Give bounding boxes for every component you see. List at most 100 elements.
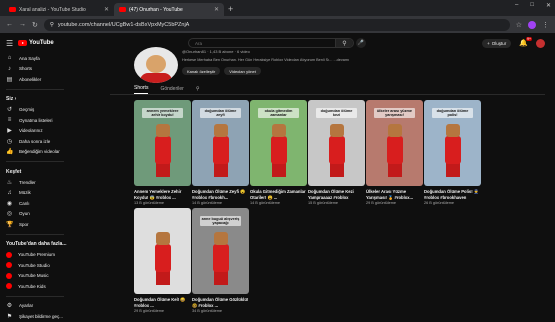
history-icon: ↺ [6, 106, 13, 113]
create-label: Oluştur [492, 41, 507, 46]
short-thumbnail[interactable]: doğumdan ölüme zeyfi [192, 100, 249, 186]
short-card[interactable]: doğumdan ölüme kezi Doğumdan Ölüme Kezi Y… [308, 100, 365, 205]
short-card[interactable]: doğumdan ölüme zeyfi Doğumdan Ölüme Zeyfi… [192, 100, 249, 205]
voice-search-icon[interactable]: 🎤 [356, 38, 366, 48]
short-card[interactable]: anne buguü alışveriş yapacağı Doğumdan Öl… [192, 208, 249, 313]
sidebar-item-home[interactable]: ⌂Ana Sayfa [6, 53, 70, 64]
short-thumbnail[interactable]: okula gitmedim zamanlar [250, 100, 307, 186]
short-title[interactable]: Doğumdan Ölüme Gözlüklü! 🤓 #roblox ... [192, 297, 249, 308]
sidebar-item-gaming[interactable]: ◎Oyun [6, 209, 70, 220]
sidebar-item-label: YouTube Studio [18, 263, 50, 268]
short-title[interactable]: Doğumdan Ölüme Zeyfi 😮 #roblox #brookh..… [192, 189, 249, 200]
sidebar-item-label: Trendler [19, 180, 36, 185]
channel-header: @Onurhan81 · 1,43 B abone · 6 video Herk… [110, 53, 545, 79]
sidebar-item-report[interactable]: ⚑Şikayet bildirme geç... [6, 311, 70, 322]
thumbnail-caption: doğumdan ölüme zeyfi [200, 108, 241, 118]
sidebar-item-music-app[interactable]: YouTube Music [6, 271, 70, 282]
browser-tab-studio[interactable]: Xaral analizi - YouTube Studio ✕ [4, 3, 114, 16]
sidebar-item-shorts[interactable]: ♪Shorts [6, 64, 70, 75]
sidebar-item-label: Şikayet bildirme geç... [19, 314, 63, 319]
sidebar-item-settings[interactable]: ⚙Ayarlar [6, 301, 70, 312]
back-icon[interactable]: ← [6, 21, 13, 28]
youtube-logo[interactable]: YouTube [18, 40, 54, 46]
address-bar-row: ← → ↻ ⚲ youtube.com/channel/UCgBw1-dsBxV… [0, 16, 555, 33]
short-title[interactable]: Ülkeler Arası Yüzme Yarışması! 🏅 #roblox… [366, 189, 423, 200]
minimize-button[interactable]: – [515, 2, 518, 9]
short-thumbnail[interactable]: anne buguü alışveriş yapacağı [192, 208, 249, 294]
youtube-play-icon [18, 40, 27, 46]
character-head [156, 124, 170, 137]
search-input[interactable]: Ara [189, 41, 335, 46]
forward-icon[interactable]: → [19, 21, 26, 28]
sidebar-heading-you[interactable]: Siz › [6, 94, 70, 105]
short-title[interactable]: Doğumdan Ölüme Polis! 👮 #roblox #brookha… [424, 189, 481, 200]
short-title[interactable]: Doğumdan Ölüme Kel! 😄 #roblox ... [134, 297, 191, 308]
site-info-icon[interactable]: ⚲ [50, 22, 54, 28]
sidebar-item-premium[interactable]: YouTube Premium [6, 250, 70, 261]
channel-tabs: Shorts Gönderiler ⚲ [110, 83, 545, 95]
new-tab-button[interactable]: + [228, 3, 233, 16]
sidebar-item-label: YouTube Kids [18, 284, 46, 289]
menu-icon[interactable]: ☰ [6, 39, 18, 48]
character-body [329, 136, 345, 164]
tab-shorts[interactable]: Shorts [134, 83, 148, 94]
close-tab-icon[interactable]: ✕ [214, 6, 219, 13]
channel-description[interactable]: Herkese Merhaba Ben Onurhan. Her Gün Her… [182, 58, 349, 62]
address-bar[interactable]: ⚲ youtube.com/channel/UCgBw1-dsBxVpxMyC5… [44, 19, 510, 31]
manage-videos-button[interactable]: Videoları yönet [224, 67, 261, 75]
sidebar-item-history[interactable]: ↺Geçmiş [6, 105, 70, 116]
sidebar-item-studio[interactable]: YouTube Studio [6, 260, 70, 271]
close-window-button[interactable]: ✕ [546, 2, 551, 9]
character-head [156, 232, 170, 245]
short-views: 29 B görüntüleme [134, 309, 191, 313]
customize-channel-button[interactable]: Kanalı özelleştir [182, 67, 220, 75]
sidebar-item-subscriptions[interactable]: ▤Abonelikler [6, 74, 70, 85]
sidebar-item-music[interactable]: ♫Müzik [6, 188, 70, 199]
divider [6, 89, 64, 90]
sidebar-item-playlists[interactable]: ≡Oynatma listeleri [6, 115, 70, 126]
sidebar-item-sports[interactable]: 🏆Spor [6, 219, 70, 230]
notifications-icon[interactable]: 🔔9+ [519, 39, 528, 47]
character-body [271, 136, 287, 164]
short-card[interactable]: okula gitmedim zamanlar Okula Gitmediğim … [250, 100, 307, 205]
short-thumbnail[interactable]: annem yemeklere zehir koydu! [134, 100, 191, 186]
close-tab-icon[interactable]: ✕ [104, 6, 109, 13]
tab-posts[interactable]: Gönderiler [160, 83, 183, 94]
create-button[interactable]: + Oluştur [482, 39, 511, 48]
sidebar-item-watch-later[interactable]: ◷Daha sonra izle [6, 136, 70, 147]
short-card[interactable]: Doğumdan Ölüme Kel! 😄 #roblox ...29 B gö… [134, 208, 191, 313]
character-body [155, 244, 171, 272]
reload-icon[interactable]: ↻ [32, 21, 38, 29]
account-avatar[interactable] [536, 39, 545, 48]
thumbnail-caption: ülkeler arası yüzme yarışması! [374, 108, 415, 118]
sidebar-item-kids[interactable]: YouTube Kids [6, 281, 70, 292]
short-card[interactable]: ülkeler arası yüzme yarışması! Ülkeler Ar… [366, 100, 423, 205]
sidebar-item-your-videos[interactable]: ▶Videolarınız [6, 126, 70, 137]
short-title[interactable]: Doğumdan Ölüme Kezi Yampraaaaz #roblox #… [308, 189, 365, 200]
character-head [330, 124, 344, 137]
browser-tab-strip: Xaral analizi - YouTube Studio ✕ (47) On… [0, 0, 555, 16]
maximize-button[interactable]: □ [530, 2, 534, 9]
browser-menu-icon[interactable]: ⋮ [542, 21, 549, 29]
browser-tab-channel[interactable]: (47) Onurhan - YouTube ✕ [114, 3, 224, 16]
short-thumbnail[interactable]: doğumdan ölüme kezi [308, 100, 365, 186]
search-button[interactable]: ⚲ [335, 39, 353, 47]
short-title[interactable]: Annem Yemeklere Zehir Koydu! 😨 #roblox .… [134, 189, 191, 200]
sidebar-item-live[interactable]: ◉Canlı [6, 198, 70, 209]
short-thumbnail[interactable]: doğumdan ölüme polis! [424, 100, 481, 186]
short-card[interactable]: doğumdan ölüme polis! Doğumdan Ölüme Poli… [424, 100, 481, 205]
short-card[interactable]: annem yemeklere zehir koydu! Annem Yemekl… [134, 100, 191, 205]
browser-profile-avatar[interactable] [528, 21, 536, 29]
bookmark-star-icon[interactable]: ☆ [516, 21, 522, 29]
watch-later-icon: ◷ [6, 138, 13, 145]
short-thumbnail[interactable] [134, 208, 191, 294]
channel-avatar[interactable] [134, 47, 178, 83]
sidebar-item-liked[interactable]: 👍Beğendiğim videolar [6, 147, 70, 158]
sidebar-item-label: Müzik [19, 190, 31, 195]
short-title[interactable]: Okula Gitmediğim Zamanlar Otariler! 😩 ..… [250, 189, 307, 200]
short-thumbnail[interactable]: ülkeler arası yüzme yarışması! [366, 100, 423, 186]
sidebar-item-label: Abonelikler [19, 77, 41, 82]
short-views: 13 B görüntüleme [134, 201, 191, 205]
channel-search-icon[interactable]: ⚲ [196, 86, 200, 92]
sidebar-item-trending[interactable]: ♨Trendler [6, 177, 70, 188]
